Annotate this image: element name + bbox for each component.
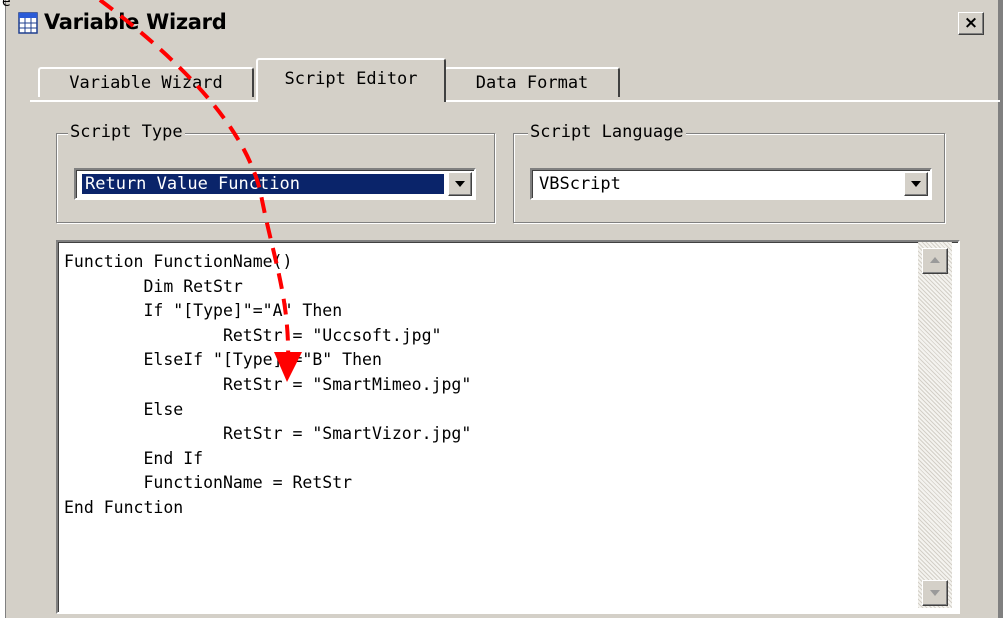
script-language-legend: Script Language (528, 122, 686, 142)
close-button[interactable]: × (958, 12, 984, 35)
tab-panel-border (30, 100, 1000, 102)
window-right-edge (998, 0, 1003, 618)
script-type-value: Return Value Function (81, 173, 445, 195)
script-editor-area[interactable]: Function FunctionName() Dim RetStr If "[… (56, 240, 960, 614)
tab-script-editor[interactable]: Script Editor (256, 58, 446, 102)
scroll-up-button[interactable] (922, 248, 948, 274)
script-type-legend: Script Type (68, 122, 185, 142)
script-type-dropdown-button[interactable] (448, 172, 472, 196)
corner-text: e (2, 0, 11, 10)
variable-wizard-dialog: e Variable Wizard × Variable Wizard Scri… (0, 0, 1003, 618)
script-type-select[interactable]: Return Value Function (74, 168, 476, 200)
script-code[interactable]: Function FunctionName() Dim RetStr If "[… (64, 250, 914, 521)
tab-variable-wizard[interactable]: Variable Wizard (38, 67, 254, 97)
table-grid-icon (18, 12, 38, 34)
editor-vertical-scrollbar[interactable] (918, 242, 952, 608)
window-title: Variable Wizard (44, 10, 227, 34)
window-left-edge (0, 0, 6, 618)
scroll-down-button[interactable] (922, 580, 948, 606)
tab-data-format[interactable]: Data Format (444, 67, 620, 97)
script-language-value: VBScript (539, 174, 621, 194)
script-language-select[interactable]: VBScript (530, 168, 932, 200)
script-language-dropdown-button[interactable] (904, 172, 928, 196)
